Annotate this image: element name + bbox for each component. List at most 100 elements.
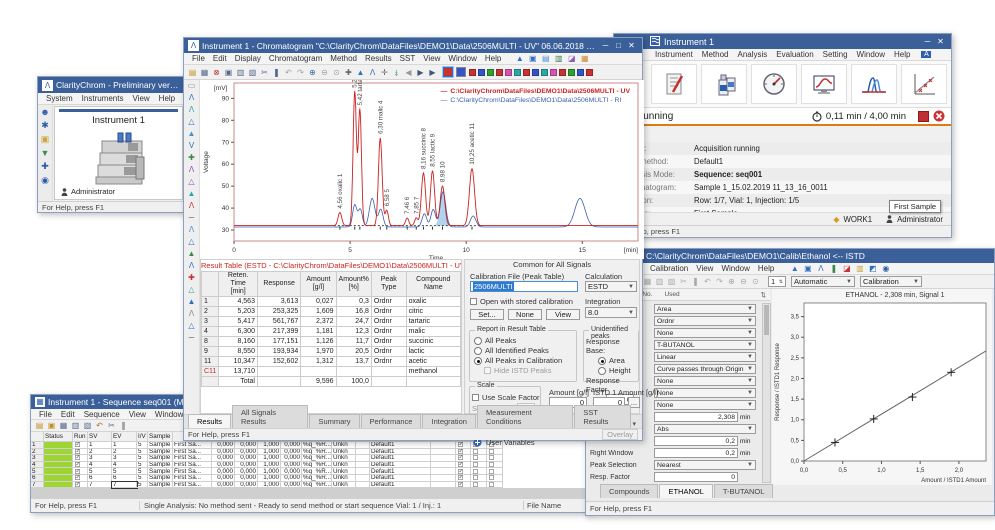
signal-color-square[interactable] [478, 69, 485, 76]
add-group-tool-icon[interactable]: ✚ [188, 272, 195, 284]
result-row[interactable]: 88,160177,1511,12611,7Ordnrsuccinic [202, 337, 461, 347]
menu-edit[interactable]: Edit [57, 409, 79, 420]
calibration-option-control[interactable]: None▼ [654, 376, 756, 386]
integrate-icon[interactable]: ▲ [355, 67, 366, 78]
option-select[interactable]: Abs▼ [654, 424, 756, 434]
menu-instruments[interactable]: Instruments [78, 93, 128, 104]
level-baseline-tool-icon[interactable]: Λ [189, 224, 194, 236]
report-icon[interactable]: ▥ [654, 276, 665, 287]
main-titlebar[interactable]: Λ ClarityChrom - Preliminary version [38, 77, 184, 93]
option-select[interactable]: Ordnr▼ [654, 316, 756, 326]
run-checkbox[interactable] [458, 456, 463, 461]
stop-button[interactable] [918, 111, 929, 122]
tab-results[interactable]: Results [188, 414, 231, 428]
signal-color-square[interactable] [532, 69, 539, 76]
peak-icon[interactable]: Λ [367, 67, 378, 78]
checkbox[interactable] [473, 469, 478, 474]
cut-icon[interactable]: ✂ [106, 420, 117, 431]
signal-color-square[interactable] [487, 69, 494, 76]
menu-instrument[interactable]: Instrument [651, 49, 697, 60]
zoom-reset-icon[interactable]: ⊙ [750, 276, 761, 287]
sequence-col-header[interactable]: Run [73, 432, 88, 442]
end-peak-tool-icon[interactable]: △ [188, 176, 194, 188]
signal-color-square[interactable] [559, 69, 566, 76]
report-radio-all-identified-peaks[interactable]: All Identified Peaks [474, 346, 576, 355]
menu-sequence[interactable]: Sequence [80, 409, 124, 420]
checkbox[interactable] [489, 462, 494, 467]
signal-color-square[interactable] [577, 69, 584, 76]
detach-tool-icon[interactable]: △ [188, 320, 194, 332]
menu-help[interactable]: Help [155, 93, 179, 104]
run-checkbox[interactable] [458, 462, 463, 467]
group-tool-icon[interactable]: Λ [189, 260, 194, 272]
separate-tool-icon[interactable]: ─ [189, 332, 195, 344]
hide-istd-checkbox[interactable]: Hide ISTD Peaks [484, 366, 576, 375]
mode-select[interactable]: Automatic▼ [791, 276, 855, 287]
menu-window[interactable]: Window [853, 49, 889, 60]
signal-color-square[interactable] [550, 69, 557, 76]
open-icon[interactable]: ▣ [46, 420, 57, 431]
checkbox[interactable] [473, 482, 478, 487]
calibration-icon[interactable] [901, 64, 947, 104]
run-checkbox[interactable] [75, 482, 80, 487]
menu-display[interactable]: Display [231, 53, 265, 64]
add-peak-tool-icon[interactable]: ✚ [188, 152, 195, 164]
menu-window[interactable]: Window [717, 263, 753, 274]
tab-integration[interactable]: Integration [422, 414, 475, 428]
copy-icon[interactable]: ❚ [271, 67, 282, 78]
folder-icon[interactable]: ▣ [41, 134, 50, 145]
sequence-col-header[interactable]: Sample [148, 432, 173, 442]
report-icon[interactable]: ▥ [70, 420, 81, 431]
base-radio-area[interactable]: Area [598, 356, 638, 365]
result-row[interactable]: Total9,596100,0 [202, 377, 461, 387]
valley-tool-icon[interactable]: △ [188, 116, 194, 128]
menu-file[interactable]: File [188, 53, 209, 64]
menu-method[interactable]: Method [698, 49, 733, 60]
checkbox[interactable] [489, 475, 494, 480]
minimize-button[interactable]: ─ [921, 37, 934, 46]
run-checkbox[interactable] [458, 442, 463, 447]
globe-icon[interactable]: ◉ [41, 175, 49, 186]
calibration-option-control[interactable]: None▼ [654, 328, 756, 338]
active-signal-swatch[interactable] [443, 67, 453, 77]
option-input[interactable]: 2,308 [654, 412, 738, 422]
checkbox[interactable] [489, 456, 494, 461]
option-select[interactable]: None▼ [654, 376, 756, 386]
option-input[interactable]: 0 [654, 472, 738, 482]
checkbox[interactable] [473, 456, 478, 461]
run-checkbox[interactable] [458, 469, 463, 474]
signal-swatch[interactable] [456, 67, 466, 77]
play-icon[interactable]: ▶ [415, 67, 426, 78]
run-checkbox[interactable] [458, 475, 463, 480]
open-method-icon[interactable]: ▣ [223, 67, 234, 78]
menu-edit[interactable]: Edit [209, 53, 231, 64]
calibration-option-control[interactable]: Nearest▼ [654, 460, 756, 470]
set-button[interactable]: Set... [470, 309, 504, 320]
together-tool-icon[interactable]: ▲ [188, 188, 196, 200]
istd-tool-icon[interactable]: ▲ [188, 296, 196, 308]
menu-method[interactable]: Method [326, 53, 361, 64]
curve-icon[interactable]: ◩ [867, 263, 878, 274]
baseline-tool-icon[interactable]: Λ [189, 104, 194, 116]
save-icon[interactable]: ▦ [58, 420, 69, 431]
save-icon[interactable]: ▦ [642, 276, 653, 287]
print-icon[interactable]: ▦ [579, 53, 590, 64]
zoom-out-icon[interactable]: ⊖ [319, 67, 330, 78]
signal-color-square[interactable] [586, 69, 593, 76]
calibration-option-control[interactable]: None▼ [654, 400, 756, 410]
run-checkbox[interactable] [75, 469, 80, 474]
redo-icon[interactable]: ↷ [714, 276, 725, 287]
tangent-tool-icon[interactable]: △ [188, 236, 194, 248]
checkbox[interactable] [473, 462, 478, 467]
menu-system[interactable]: System [42, 93, 77, 104]
signal-color-square[interactable] [505, 69, 512, 76]
user-icon[interactable]: ☻ [40, 107, 49, 117]
calibration-option-control[interactable]: 0,2min [654, 448, 756, 458]
new-calib-icon[interactable]: ▲ [789, 263, 800, 274]
spin-icon[interactable]: ⇅ [761, 291, 766, 299]
menu-view[interactable]: View [419, 53, 444, 64]
print-icon[interactable]: ▧ [82, 420, 93, 431]
menu-sst[interactable]: SST [396, 53, 420, 64]
tools-icon[interactable]: ✚ [343, 67, 354, 78]
calibration-option-control[interactable]: 0 [654, 472, 756, 482]
